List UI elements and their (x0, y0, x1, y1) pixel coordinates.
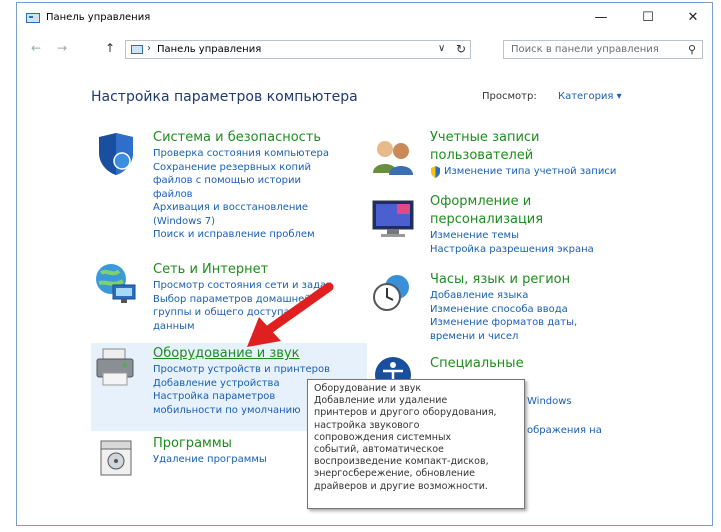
access-link[interactable]: Windows (527, 395, 572, 409)
user-accounts-title[interactable]: Учетные записи (430, 129, 616, 147)
network-globe-icon (96, 264, 136, 303)
tooltip-line: Добавление или удаление (314, 395, 448, 407)
address-field[interactable]: › Панель управления ∨ ↻ (125, 40, 471, 59)
category-clock-region: Часы, язык и регион Добавление языка Изм… (430, 271, 577, 343)
hardware-link[interactable]: Настройка параметров (153, 390, 330, 404)
tooltip-line: энергосбережение, обновление (314, 468, 476, 480)
clock-link[interactable]: времени и чисел (430, 330, 577, 344)
window-title: Панель управления (46, 12, 151, 23)
appearance-title[interactable]: персонализация (430, 211, 594, 229)
system-security-title[interactable]: Система и безопасность (153, 129, 329, 147)
view-label: Просмотр: (482, 91, 537, 102)
red-arrow-icon (247, 282, 334, 347)
programs-box-icon (100, 440, 132, 476)
user-accounts-title[interactable]: пользователей (430, 147, 616, 165)
back-button[interactable]: ← (31, 41, 41, 55)
search-input[interactable]: Поиск в панели управления ⚲ (503, 40, 703, 59)
appearance-link[interactable]: Изменение темы (430, 229, 594, 243)
search-icon[interactable]: ⚲ (688, 43, 696, 56)
control-panel-icon (26, 13, 40, 23)
printer-icon (96, 348, 134, 386)
tooltip-line: воспроизведение компакт-дисков, (314, 456, 489, 468)
control-panel-window: Панель управления — ☐ ✕ ← → ↑ › Панель у… (16, 2, 713, 526)
access-link[interactable]: ображения на (527, 424, 602, 438)
appearance-title[interactable]: Оформление и (430, 193, 594, 211)
uac-shield-icon (431, 166, 440, 178)
tooltip-line: драйверов и другие возможности. (314, 480, 488, 492)
category-ease-of-access: Специальные (430, 355, 524, 373)
network-title[interactable]: Сеть и Интернет (153, 261, 332, 279)
clock-link[interactable]: Изменение форматов даты, (430, 316, 577, 330)
security-shield-icon (99, 133, 133, 175)
title-bar: Панель управления — ☐ ✕ (17, 3, 712, 33)
tooltip-line: принтеров и другого оборудования, (314, 407, 497, 419)
breadcrumb[interactable]: Панель управления (157, 44, 261, 55)
chevron-down-icon[interactable]: ∨ (438, 43, 445, 54)
hardware-link[interactable]: Просмотр устройств и принтеров (153, 363, 330, 377)
appearance-monitor-icon (372, 200, 414, 237)
breadcrumb-separator-icon: › (147, 43, 151, 54)
page-title: Настройка параметров компьютера (91, 89, 358, 105)
category-hardware-sound: Оборудование и звук Просмотр устройств и… (153, 345, 330, 417)
maximize-button[interactable]: ☐ (634, 9, 662, 27)
refresh-icon[interactable]: ↻ (456, 42, 466, 56)
tooltip-line: событий, автоматическое (314, 444, 444, 456)
hardware-link[interactable]: мобильности по умолчанию (153, 404, 330, 418)
clock-globe-icon (373, 275, 409, 311)
clock-link[interactable]: Добавление языка (430, 289, 577, 303)
address-bar: ← → ↑ › Панель управления ∨ ↻ Поиск в па… (17, 35, 712, 63)
programs-link[interactable]: Удаление программы (153, 453, 267, 467)
category-user-accounts: Учетные записи пользователей Изменение т… (430, 129, 616, 179)
close-button[interactable]: ✕ (679, 9, 707, 27)
clock-link[interactable]: Изменение способа ввода (430, 303, 577, 317)
users-icon (373, 141, 413, 175)
hardware-sound-tooltip: Оборудование и звук Добавление или удале… (307, 379, 525, 509)
system-link[interactable]: Сохранение резервных копий (153, 161, 329, 175)
view-dropdown[interactable]: Категория ▾ (558, 91, 622, 102)
tooltip-line: сопровождения системных (314, 431, 452, 443)
ease-of-access-title[interactable]: Специальные (430, 355, 524, 373)
clock-region-title[interactable]: Часы, язык и регион (430, 271, 577, 289)
programs-title[interactable]: Программы (153, 435, 267, 453)
system-link[interactable]: Архивация и восстановление (153, 201, 329, 215)
tooltip-line: настройка звукового (314, 419, 420, 431)
tooltip-line: Оборудование и звук (314, 383, 422, 394)
accounts-link-label: Изменение типа учетной записи (444, 166, 617, 177)
appearance-link[interactable]: Настройка разрешения экрана (430, 243, 594, 257)
up-button[interactable]: ↑ (105, 41, 115, 55)
system-link[interactable]: (Windows 7) (153, 215, 329, 229)
system-link[interactable]: файлов с помощью истории (153, 174, 329, 188)
minimize-button[interactable]: — (587, 9, 615, 27)
category-programs: Программы Удаление программы (153, 435, 267, 467)
forward-button[interactable]: → (57, 41, 67, 55)
hardware-link[interactable]: Добавление устройства (153, 377, 330, 391)
system-link[interactable]: файлов (153, 188, 329, 202)
category-system-security: Система и безопасность Проверка состояни… (153, 129, 329, 242)
system-link[interactable]: Поиск и исправление проблем (153, 228, 329, 242)
search-placeholder: Поиск в панели управления (511, 44, 659, 55)
control-panel-icon (131, 45, 143, 54)
accounts-link[interactable]: Изменение типа учетной записи (430, 165, 616, 179)
category-appearance: Оформление и персонализация Изменение те… (430, 193, 594, 256)
system-link[interactable]: Проверка состояния компьютера (153, 147, 329, 161)
